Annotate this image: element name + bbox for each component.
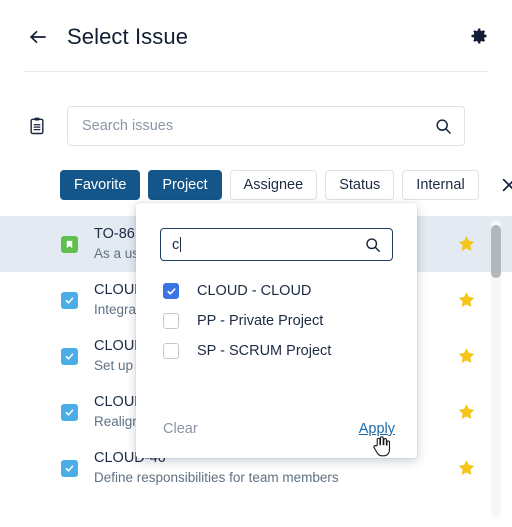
- dropdown-option-label: CLOUD - CLOUD: [197, 283, 312, 299]
- issue-summary: As a us: [94, 246, 140, 261]
- dropdown-option-label: SP - SCRUM Project: [197, 343, 332, 359]
- story-icon: [61, 235, 78, 253]
- issue-text: TO-86 As a us: [94, 225, 139, 263]
- favorite-star-icon[interactable]: [457, 291, 476, 310]
- favorite-star-icon[interactable]: [457, 459, 476, 478]
- dropdown-footer: Clear Apply: [136, 418, 417, 440]
- dropdown-option-sp[interactable]: SP - SCRUM Project: [136, 336, 417, 366]
- favorite-star-icon[interactable]: [457, 403, 476, 422]
- filter-chip-internal[interactable]: Internal: [402, 170, 479, 200]
- task-icon: [61, 459, 78, 477]
- checkbox-unchecked-icon[interactable]: [163, 343, 179, 359]
- dialog-header: Select Issue: [0, 0, 512, 74]
- text-cursor: [180, 237, 182, 252]
- close-icon[interactable]: [498, 174, 512, 196]
- filter-chip-label: Favorite: [74, 177, 127, 193]
- filter-chip-assignee[interactable]: Assignee: [229, 170, 318, 200]
- gear-icon[interactable]: [468, 25, 490, 47]
- project-filter-dropdown: c CLOUD - CLOUD PP - Private Project SP …: [136, 203, 417, 458]
- favorite-star-icon[interactable]: [457, 235, 476, 254]
- search-icon[interactable]: [365, 237, 381, 253]
- dropdown-option-cloud[interactable]: CLOUD - CLOUD: [136, 276, 417, 306]
- dropdown-search-input[interactable]: c: [160, 228, 393, 261]
- dropdown-options: CLOUD - CLOUD PP - Private Project SP - …: [136, 276, 417, 366]
- filter-chip-project[interactable]: Project: [148, 170, 222, 200]
- apply-button[interactable]: Apply: [359, 421, 395, 437]
- issue-summary: Define responsibilities for team members: [94, 470, 339, 485]
- filter-chip-label: Project: [162, 177, 208, 193]
- checkbox-unchecked-icon[interactable]: [163, 313, 179, 329]
- filter-chip-label: Assignee: [243, 177, 304, 193]
- search-icon[interactable]: [435, 118, 452, 135]
- filter-chip-status[interactable]: Status: [325, 170, 395, 200]
- back-arrow-icon[interactable]: [26, 25, 50, 49]
- task-icon: [61, 403, 78, 421]
- filter-chips: Favorite Project Assignee Status Interna…: [60, 170, 512, 200]
- scrollbar-thumb[interactable]: [491, 225, 501, 278]
- filter-chip-label: Status: [339, 177, 381, 193]
- clipboard-icon: [26, 115, 48, 137]
- task-icon: [61, 291, 78, 309]
- dropdown-option-pp[interactable]: PP - Private Project: [136, 306, 417, 336]
- checkbox-checked-icon[interactable]: [163, 283, 179, 299]
- filter-chip-label: Internal: [416, 177, 465, 193]
- task-icon: [61, 347, 78, 365]
- dropdown-search-value: c: [172, 236, 180, 253]
- issue-key: TO-86: [94, 226, 135, 242]
- search-row: Search issues: [0, 104, 512, 148]
- favorite-star-icon[interactable]: [457, 347, 476, 366]
- filter-chip-favorite[interactable]: Favorite: [60, 170, 141, 200]
- search-placeholder: Search issues: [82, 118, 174, 134]
- clear-button[interactable]: Clear: [163, 421, 198, 437]
- page-title: Select Issue: [67, 24, 189, 49]
- dropdown-option-label: PP - Private Project: [197, 313, 324, 329]
- header-divider: [24, 71, 488, 72]
- search-input[interactable]: Search issues: [67, 106, 465, 146]
- select-issue-dialog: Select Issue Search issues Favorite Proj…: [0, 0, 512, 527]
